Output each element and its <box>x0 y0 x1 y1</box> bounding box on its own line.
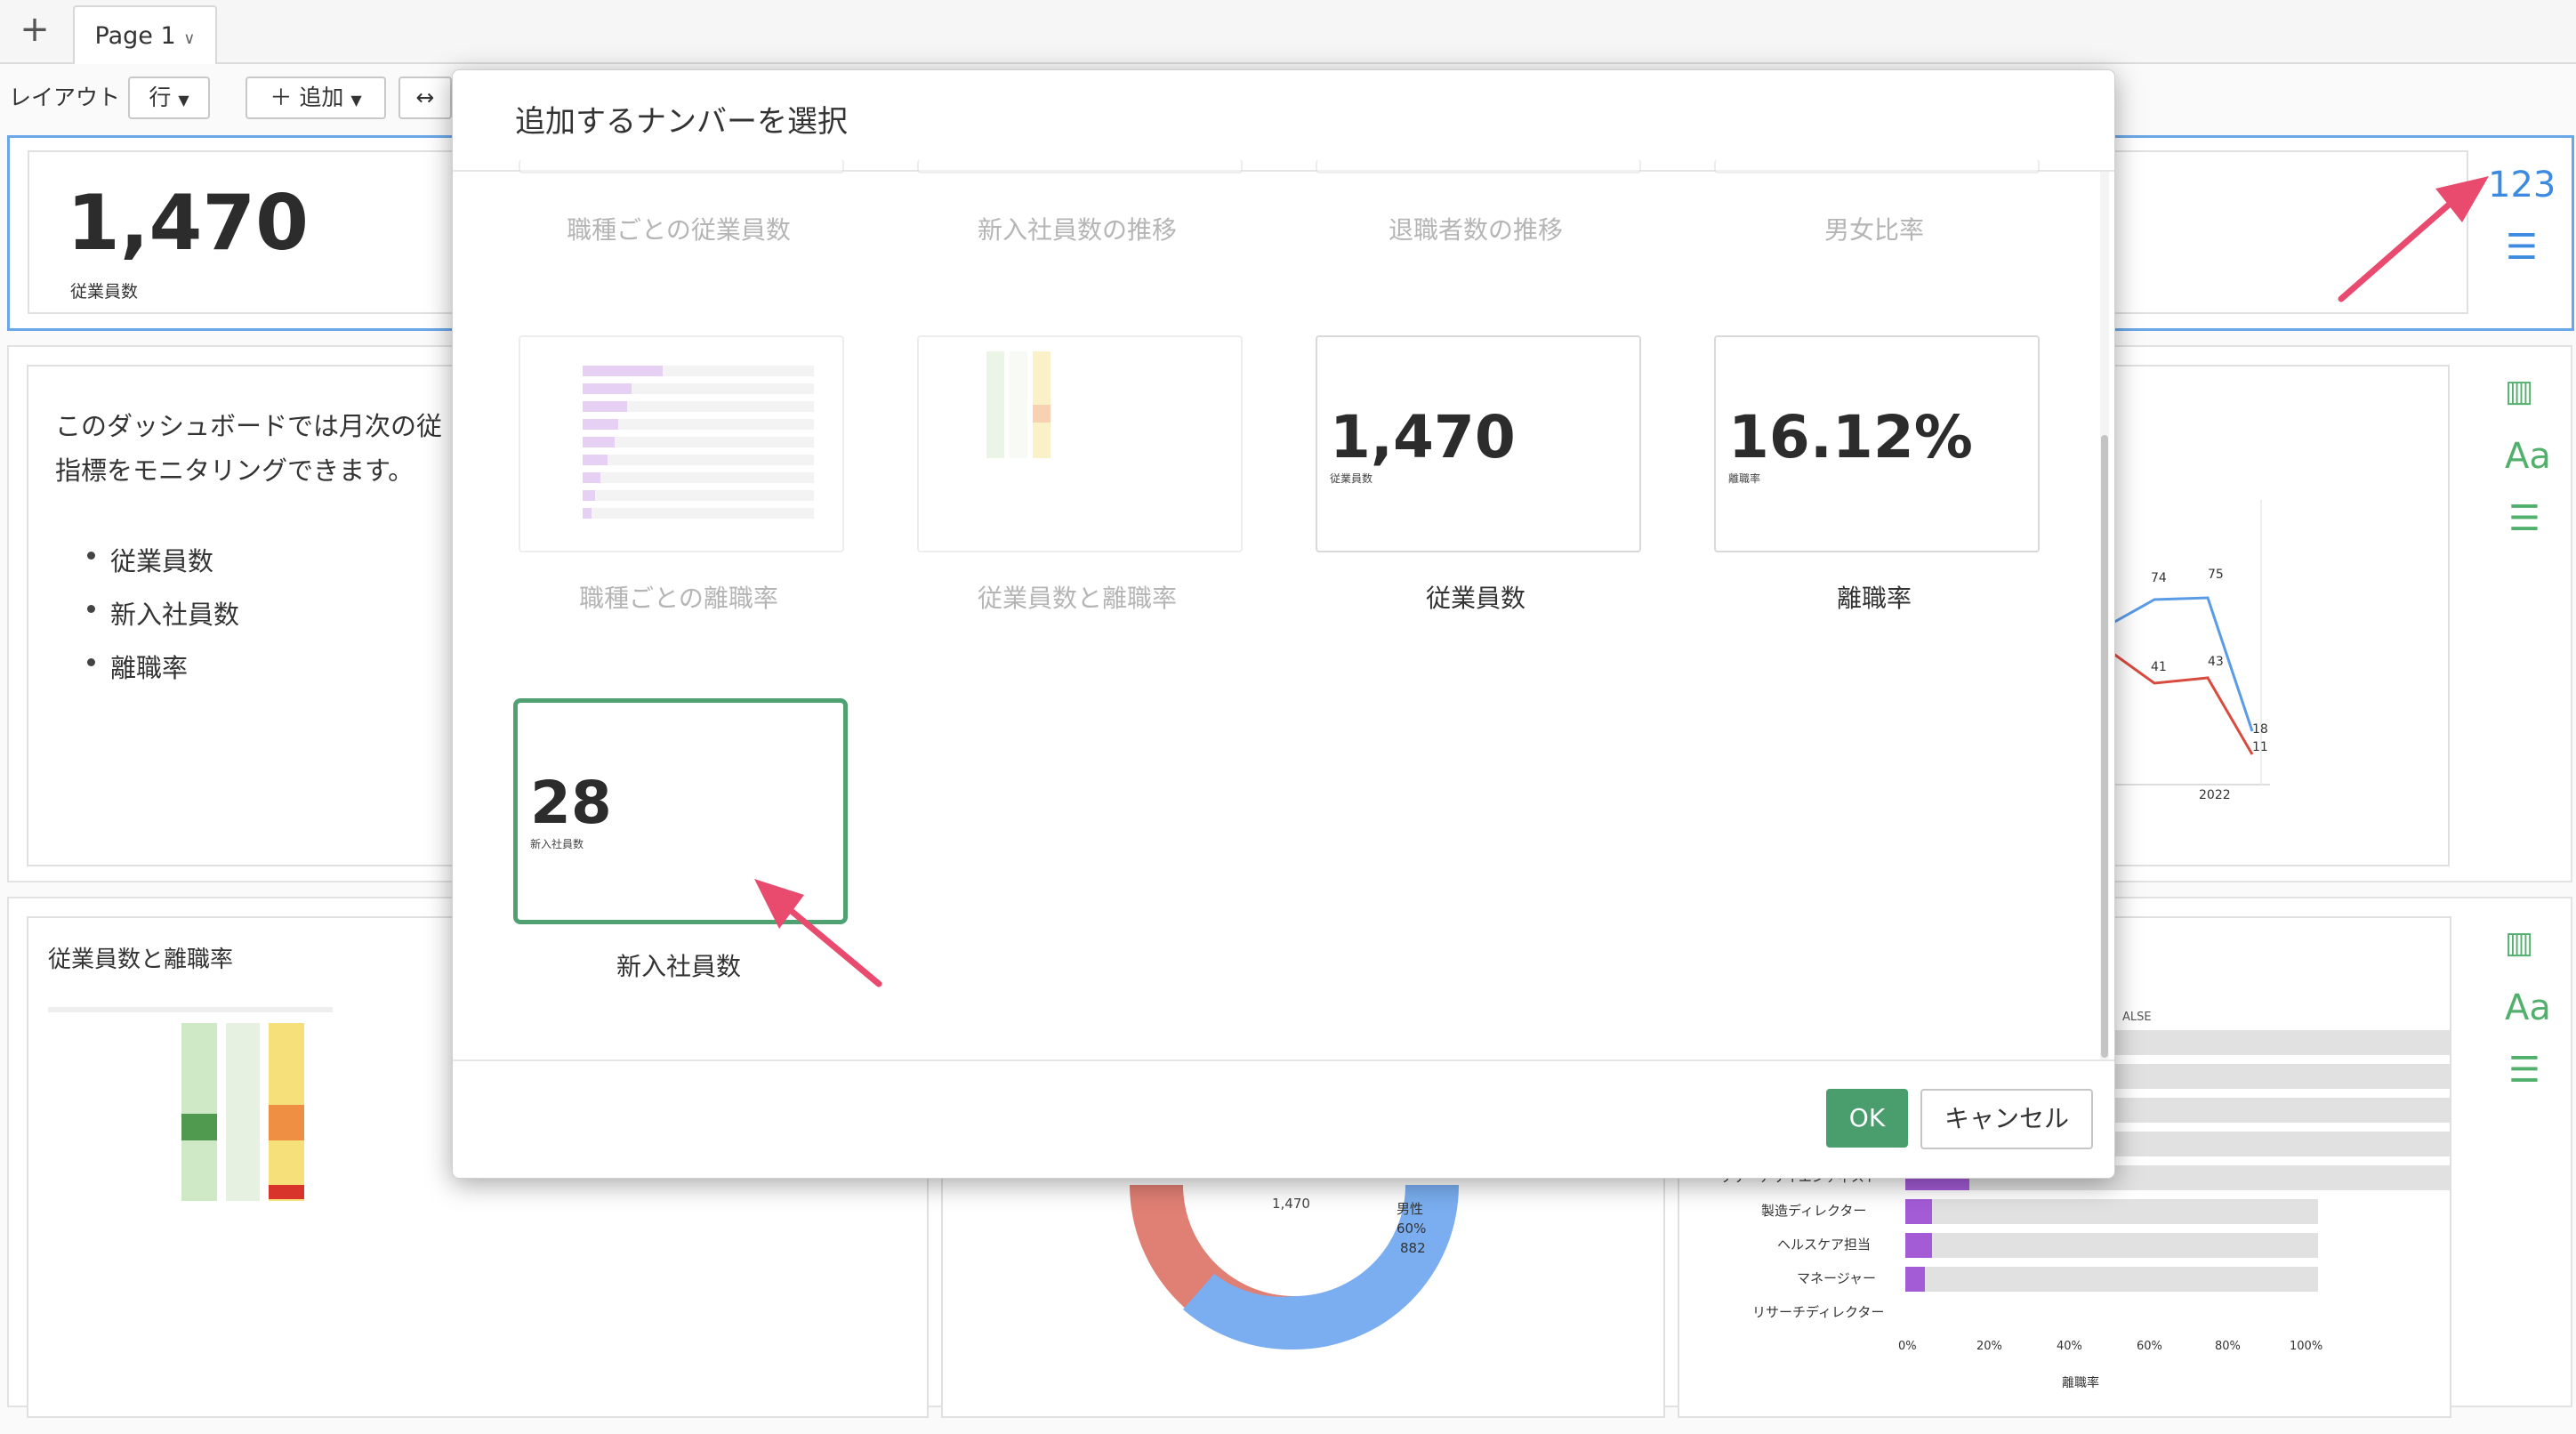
add-page-button[interactable]: + <box>12 7 57 52</box>
bar <box>1905 1267 1925 1292</box>
text-line-1: このダッシュボードでは月次の従 <box>55 411 443 441</box>
data-label: 11 <box>2252 740 2268 754</box>
menu-icon[interactable]: ☰ <box>2508 1050 2540 1091</box>
bar-category-label: ヘルスケア担当 <box>1777 1237 1872 1253</box>
kpi-label: 従業員数 <box>70 282 139 302</box>
bullet-item: 離職率 <box>110 653 189 683</box>
option-card-employees[interactable]: 1,470 従業員数 <box>1316 335 1641 552</box>
donut-chart <box>1130 1185 1459 1350</box>
cancel-button[interactable]: キャンセル <box>1920 1089 2093 1149</box>
text-icon[interactable]: Aa <box>2505 436 2551 477</box>
option-value-label: 離職率 <box>1728 472 1761 485</box>
chart-icon[interactable]: ▥ <box>2505 925 2533 961</box>
add-button[interactable]: ＋ 追加 ▼ <box>246 77 386 119</box>
table-title: 従業員数と離職率 <box>48 947 234 973</box>
option-caption: 離職率 <box>1836 584 1912 613</box>
option-card[interactable] <box>917 159 1243 173</box>
donut-male-pct: 60% <box>1397 1221 1427 1237</box>
kpi-value: 1,470 <box>67 179 310 268</box>
caret-down-icon: ▼ <box>178 92 189 109</box>
option-caption: 新入社員数 <box>616 952 741 981</box>
x-tick-label: 2022 <box>2199 788 2231 802</box>
divider <box>453 1059 2114 1061</box>
tab-page-label: Page 1 <box>94 22 176 50</box>
option-card[interactable] <box>1714 159 2040 173</box>
option-card[interactable] <box>519 159 844 173</box>
option-value: 1,470 <box>1330 403 1516 471</box>
option-caption: 職種ごとの従業員数 <box>567 215 791 245</box>
option-value-label: 新入社員数 <box>530 838 584 850</box>
donut-male-count: 882 <box>1400 1240 1426 1256</box>
option-value: 16.12% <box>1728 403 1973 471</box>
bullet-dot <box>87 658 95 666</box>
table-thumbnail <box>986 351 1051 458</box>
donut-male-label: 男性 <box>1397 1201 1424 1217</box>
ok-button[interactable]: OK <box>1826 1089 1908 1148</box>
caret-down-icon: ▼ <box>350 92 362 109</box>
option-caption: 従業員数 <box>1425 584 1525 613</box>
data-label: 41 <box>2151 660 2167 674</box>
option-caption: 職種ごとの離職率 <box>579 584 778 613</box>
row-layout-select[interactable]: 行 ▼ <box>128 77 210 119</box>
layout-label: レイアウト <box>9 85 121 110</box>
bullet-dot <box>87 552 95 560</box>
text-icon[interactable]: Aa <box>2505 987 2551 1028</box>
bullet-item: 従業員数 <box>110 546 214 576</box>
scrollbar-thumb[interactable] <box>2101 435 2108 1058</box>
chart-icon[interactable]: ▥ <box>2505 374 2533 409</box>
option-card-bar-chart[interactable] <box>519 335 844 552</box>
text-line-2: 指標をモニタリングできます。 <box>55 455 415 486</box>
data-label: 43 <box>2208 655 2224 669</box>
resize-icon: ↔ <box>415 85 435 110</box>
data-label: 74 <box>2151 571 2167 585</box>
x-axis-label: 離職率 <box>2062 1376 2099 1390</box>
bar-category-label: 製造ディレクター <box>1761 1203 1867 1219</box>
data-label: 75 <box>2208 568 2224 582</box>
bullet-item: 新入社員数 <box>110 600 240 630</box>
donut-center-value: 1,470 <box>1272 1196 1310 1212</box>
x-tick-label: 40% <box>2057 1340 2082 1353</box>
row-layout-label: 行 <box>149 85 172 110</box>
bar-category-label: マネージャー <box>1797 1270 1876 1286</box>
plus-icon: ＋ <box>270 85 293 110</box>
menu-icon[interactable]: ☰ <box>2506 227 2538 268</box>
x-tick-label: 20% <box>1976 1340 2002 1353</box>
menu-icon[interactable]: ☰ <box>2508 498 2540 539</box>
bar <box>1905 1233 1932 1258</box>
bar-chart-thumbnail <box>583 366 814 519</box>
option-caption: 従業員数と離職率 <box>977 584 1177 613</box>
option-caption: 新入社員数の推移 <box>977 215 1177 245</box>
resize-button[interactable]: ↔ <box>398 77 452 119</box>
option-value: 28 <box>530 769 612 837</box>
bar <box>1905 1199 1932 1224</box>
heatmap-table-thumbnail <box>48 1007 333 1201</box>
data-label: 18 <box>2252 722 2268 737</box>
modal-title: 追加するナンバーを選択 <box>515 104 848 140</box>
number-type-icon[interactable]: 123 <box>2488 165 2556 205</box>
bullet-dot <box>87 605 95 613</box>
tab-page-1[interactable]: Page 1 ∨ <box>73 5 217 66</box>
donut-slice-male <box>1294 1185 1459 1349</box>
chevron-down-icon: ∨ <box>183 29 196 48</box>
series-line-blue <box>2109 596 2254 732</box>
add-button-label: 追加 <box>299 85 344 110</box>
option-card[interactable] <box>1316 159 1641 173</box>
x-tick-label: 80% <box>2215 1340 2241 1353</box>
option-card-attrition[interactable]: 16.12% 離職率 <box>1714 335 2040 552</box>
option-caption: 退職者数の推移 <box>1388 215 1563 245</box>
x-tick-label: 60% <box>2137 1340 2162 1353</box>
x-tick-label: 0% <box>1898 1340 1917 1353</box>
option-value-label: 従業員数 <box>1330 472 1373 485</box>
legend-label: ALSE <box>2122 1011 2152 1024</box>
select-number-modal: 追加するナンバーを選択 職種ごとの従業員数 新入社員数の推移 退職者数の推移 男… <box>452 69 2115 1179</box>
option-card-new-hires[interactable]: 28 新入社員数 <box>513 698 848 924</box>
option-caption: 男女比率 <box>1823 215 1924 245</box>
bar-category-label: リサーチディレクター <box>1752 1304 1885 1320</box>
x-tick-label: 100% <box>2290 1340 2323 1353</box>
option-card-table[interactable] <box>917 335 1243 552</box>
tab-bar: + Page 1 ∨ <box>0 0 2576 66</box>
